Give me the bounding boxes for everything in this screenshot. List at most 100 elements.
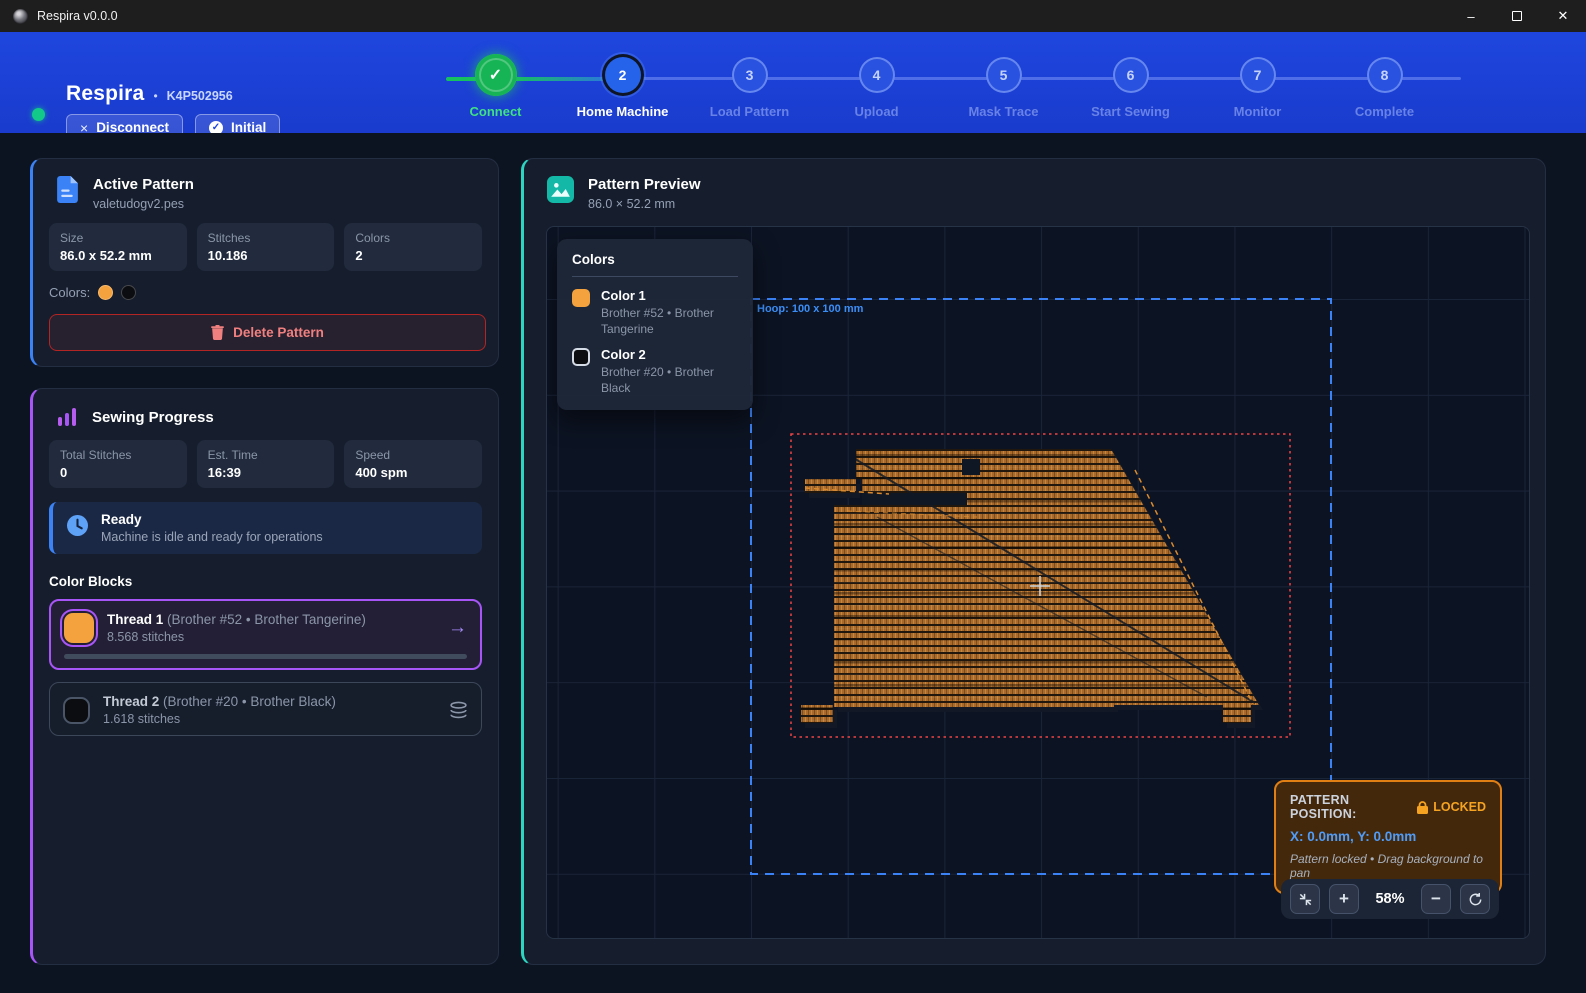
sewing-stats: Total Stitches 0 Est. Time 16:39 Speed 4… bbox=[49, 440, 482, 488]
active-pattern-card: Active Pattern valetudogv2.pes Size 86.0… bbox=[30, 158, 499, 367]
thread-block-1[interactable]: Thread 1 (Brother #52 • Brother Tangerin… bbox=[49, 599, 482, 670]
machine-status-banner: Ready Machine is idle and ready for oper… bbox=[49, 502, 482, 554]
color-1-detail: Brother #52 • Brother Tangerine bbox=[601, 306, 738, 337]
clock-icon bbox=[67, 515, 88, 536]
locked-badge: LOCKED bbox=[1417, 800, 1486, 814]
step-upload[interactable]: 4 Upload bbox=[813, 52, 940, 119]
step-label: Start Sewing bbox=[1067, 104, 1194, 119]
colors-panel-item-2: Color 2 Brother #20 • Brother Black bbox=[572, 347, 738, 396]
close-button[interactable]: ✕ bbox=[1540, 0, 1586, 32]
stat-stitches: Stitches 10.186 bbox=[197, 223, 335, 271]
thread-name-text: Thread 2 bbox=[103, 694, 159, 709]
thread-2-swatch bbox=[63, 697, 90, 724]
arrow-right-icon: → bbox=[448, 617, 467, 639]
sewing-progress-card: Sewing Progress Total Stitches 0 Est. Ti… bbox=[30, 388, 499, 965]
step-number: 7 bbox=[1240, 57, 1276, 93]
zoom-level: 58% bbox=[1368, 891, 1412, 907]
step-number: 3 bbox=[732, 57, 768, 93]
delete-pattern-button[interactable]: Delete Pattern bbox=[49, 314, 486, 351]
colors-panel-title: Colors bbox=[572, 252, 738, 277]
color-1-swatch bbox=[572, 289, 590, 307]
stat-label: Size bbox=[60, 231, 176, 245]
active-pattern-title: Active Pattern bbox=[93, 176, 194, 193]
zoom-in-button[interactable]: + bbox=[1329, 884, 1359, 914]
minus-icon: − bbox=[1431, 889, 1441, 909]
workflow-stepper: ✓ Connect 2 Home Machine 3 Load Pattern … bbox=[432, 52, 1462, 128]
stat-speed: Speed 400 spm bbox=[344, 440, 482, 488]
colors-panel-item-1: Color 1 Brother #52 • Brother Tangerine bbox=[572, 288, 738, 337]
machine-serial: K4P502956 bbox=[167, 89, 233, 103]
locked-label: LOCKED bbox=[1433, 800, 1486, 814]
step-number: 6 bbox=[1113, 57, 1149, 93]
stat-value: 16:39 bbox=[208, 465, 324, 480]
thread-1-name: Thread 1 (Brother #52 • Brother Tangerin… bbox=[107, 612, 435, 627]
sewing-progress-title: Sewing Progress bbox=[92, 409, 214, 426]
stat-label: Total Stitches bbox=[60, 448, 176, 462]
close-icon: ✕ bbox=[1558, 8, 1569, 24]
color-2-swatch bbox=[572, 348, 590, 366]
step-connect[interactable]: ✓ Connect bbox=[432, 52, 559, 119]
stat-colors: Colors 2 bbox=[344, 223, 482, 271]
titlebar: Respira v0.0.0 – ✕ bbox=[0, 0, 1586, 32]
maximize-icon bbox=[1512, 11, 1522, 21]
pattern-gap bbox=[862, 493, 967, 505]
app-window: Respira v0.0.0 – ✕ Respira • K4P502956 ×… bbox=[0, 0, 1586, 993]
colors-label: Colors: bbox=[49, 285, 90, 300]
fit-screen-icon bbox=[1298, 892, 1313, 907]
step-start-sewing[interactable]: 6 Start Sewing bbox=[1067, 52, 1194, 119]
preview-canvas[interactable]: Hoop: 100 x 100 mm Colors Color 1 Brothe… bbox=[546, 226, 1530, 939]
thread-2-name: Thread 2 (Brother #20 • Brother Black) bbox=[103, 694, 436, 709]
color-2-name: Color 2 bbox=[601, 347, 738, 362]
zoom-controls: + 58% − bbox=[1281, 879, 1499, 919]
step-mask-trace[interactable]: 5 Mask Trace bbox=[940, 52, 1067, 119]
stat-value: 0 bbox=[60, 465, 176, 480]
color-1-name: Color 1 bbox=[601, 288, 738, 303]
color-swatch-1 bbox=[98, 285, 113, 300]
pattern-stats: Size 86.0 x 52.2 mm Stitches 10.186 Colo… bbox=[49, 223, 482, 271]
lock-icon bbox=[1417, 801, 1428, 814]
thread-block-2[interactable]: Thread 2 (Brother #20 • Brother Black) 1… bbox=[49, 682, 482, 736]
stat-total-stitches: Total Stitches 0 bbox=[49, 440, 187, 488]
step-monitor[interactable]: 7 Monitor bbox=[1194, 52, 1321, 119]
reset-view-button[interactable] bbox=[1460, 884, 1490, 914]
minimize-button[interactable]: – bbox=[1448, 0, 1494, 32]
stat-size: Size 86.0 x 52.2 mm bbox=[49, 223, 187, 271]
thread-2-stitches: 1.618 stitches bbox=[103, 712, 436, 726]
step-number: 2 bbox=[605, 57, 641, 93]
embroidery-pattern bbox=[787, 437, 1267, 732]
thread-1-swatch bbox=[64, 613, 94, 643]
serial-bullet: • bbox=[153, 89, 157, 103]
stat-value: 86.0 x 52.2 mm bbox=[60, 248, 176, 263]
window-title: Respira v0.0.0 bbox=[37, 9, 118, 23]
app-header: Respira • K4P502956 × Disconnect ✓ Initi… bbox=[0, 32, 1586, 133]
thread-name-text: Thread 1 bbox=[107, 612, 163, 627]
zoom-out-button[interactable]: − bbox=[1421, 884, 1451, 914]
position-title: PATTERN POSITION: bbox=[1290, 793, 1417, 821]
step-load-pattern[interactable]: 3 Load Pattern bbox=[686, 52, 813, 119]
step-home-machine[interactable]: 2 Home Machine bbox=[559, 52, 686, 119]
app-icon bbox=[13, 9, 28, 24]
thread-1-stitches: 8.568 stitches bbox=[107, 630, 435, 644]
stat-label: Colors bbox=[355, 231, 471, 245]
delete-pattern-label: Delete Pattern bbox=[233, 325, 324, 340]
step-label: Load Pattern bbox=[686, 104, 813, 119]
color-blocks-title: Color Blocks bbox=[49, 574, 482, 589]
fit-view-button[interactable] bbox=[1290, 884, 1320, 914]
pattern-position-overlay: PATTERN POSITION: LOCKED X: 0.0mm, Y: 0.… bbox=[1274, 780, 1502, 894]
step-label: Complete bbox=[1321, 104, 1448, 119]
color-2-detail: Brother #20 • Brother Black bbox=[601, 365, 738, 396]
status-description: Machine is idle and ready for operations bbox=[101, 530, 323, 544]
document-icon bbox=[56, 176, 79, 203]
stat-value: 400 spm bbox=[355, 465, 471, 480]
step-complete[interactable]: 8 Complete bbox=[1321, 52, 1448, 119]
maximize-button[interactable] bbox=[1494, 0, 1540, 32]
stat-label: Stitches bbox=[208, 231, 324, 245]
color-swatch-2 bbox=[121, 285, 136, 300]
brand-title: Respira bbox=[66, 82, 144, 106]
thread-1-progress-bar bbox=[64, 654, 467, 659]
stat-value: 2 bbox=[355, 248, 471, 263]
trash-icon bbox=[211, 325, 224, 340]
minimize-icon: – bbox=[1467, 9, 1474, 24]
stat-label: Est. Time bbox=[208, 448, 324, 462]
stat-value: 10.186 bbox=[208, 248, 324, 263]
